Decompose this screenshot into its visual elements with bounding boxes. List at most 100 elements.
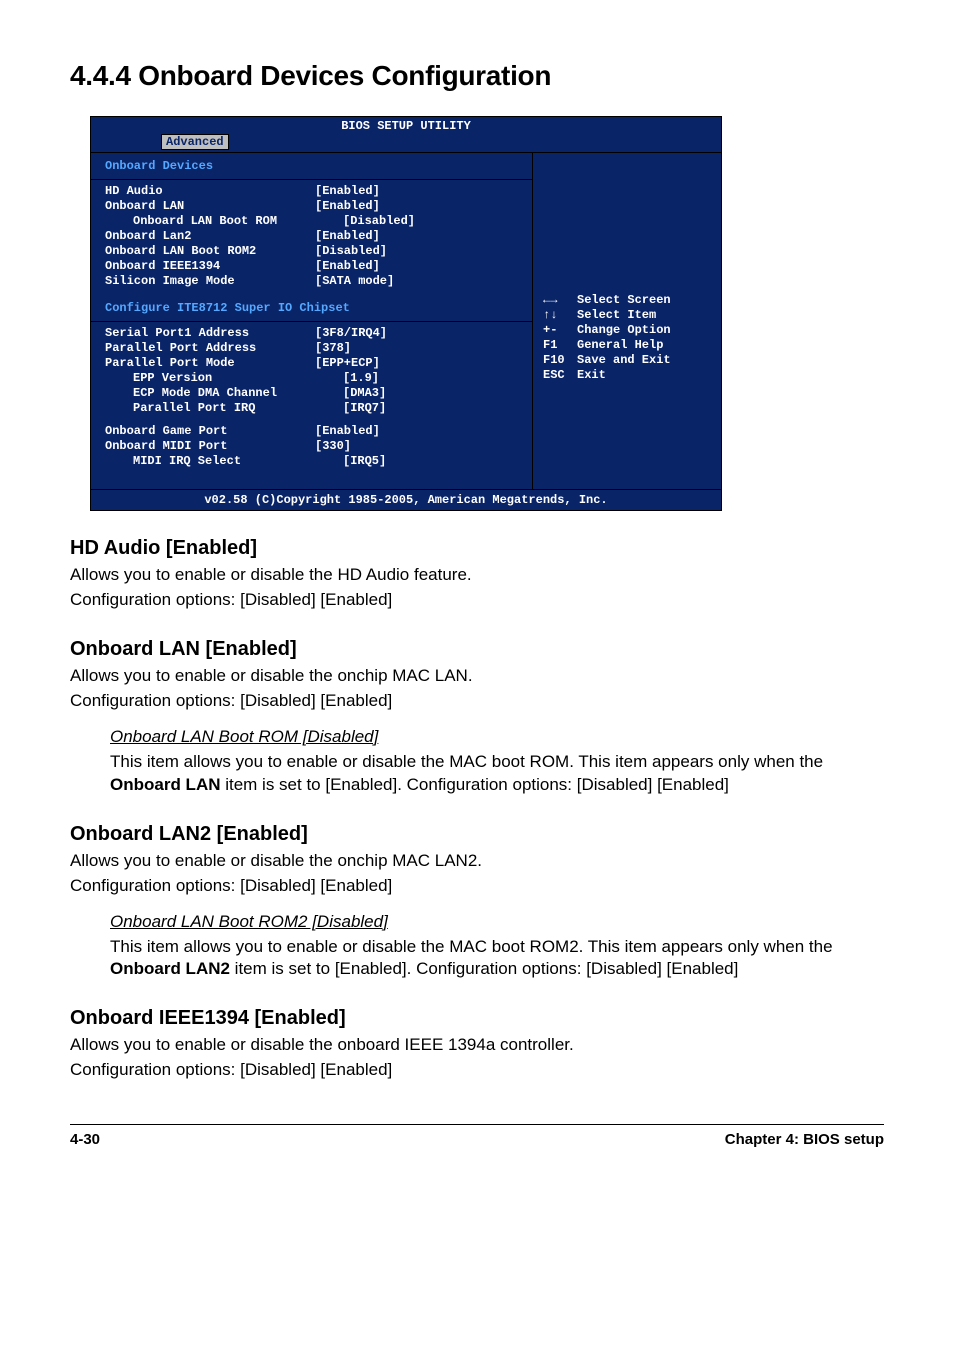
bios-legend-desc: Change Option — [577, 323, 671, 338]
bios-setting-value[interactable]: [IRQ5] — [343, 454, 522, 469]
bios-setting-value[interactable]: [SATA mode] — [315, 274, 522, 289]
bios-section-label: Configure ITE8712 Super IO Chipset — [105, 301, 522, 315]
text-onboard-lan-1: Allows you to enable or disable the onch… — [70, 665, 884, 688]
bios-legend-row: ESCExit — [543, 368, 713, 383]
bios-setting-value[interactable]: [Disabled] — [343, 214, 522, 229]
bios-setting-row[interactable]: Serial Port1 Address[3F8/IRQ4] — [105, 326, 522, 341]
bios-setting-value[interactable]: [Enabled] — [315, 424, 522, 439]
bios-legend-key: +- — [543, 323, 577, 338]
bios-legend-key: ↑↓ — [543, 308, 577, 323]
bios-setting-row[interactable]: EPP Version[1.9] — [105, 371, 522, 386]
bios-setting-label: Onboard LAN Boot ROM — [105, 214, 343, 229]
subheading-onboard-lan-boot-rom2: Onboard LAN Boot ROM2 [Disabled] — [110, 912, 884, 932]
heading-onboard-lan2: Onboard LAN2 [Enabled] — [70, 823, 884, 846]
bios-legend-desc: General Help — [577, 338, 663, 353]
bios-setting-value[interactable]: [1.9] — [343, 371, 522, 386]
bios-setting-label: Serial Port1 Address — [105, 326, 315, 341]
text-onboard-lan-boot-rom: This item allows you to enable or disabl… — [110, 751, 884, 797]
bios-setting-label: Onboard IEEE1394 — [105, 259, 315, 274]
bios-setting-label: Onboard Lan2 — [105, 229, 315, 244]
text-hd-audio-1: Allows you to enable or disable the HD A… — [70, 564, 884, 587]
bios-setting-row[interactable]: Silicon Image Mode[SATA mode] — [105, 274, 522, 289]
bios-setting-label: Parallel Port Address — [105, 341, 315, 356]
bios-setting-label: HD Audio — [105, 184, 315, 199]
bios-setting-value[interactable]: [Disabled] — [315, 244, 522, 259]
bios-copyright: v02.58 (C)Copyright 1985-2005, American … — [91, 489, 721, 510]
text-fragment: item is set to [Enabled]. Configuration … — [221, 775, 729, 794]
bios-setting-label: Onboard LAN — [105, 199, 315, 214]
subheading-onboard-lan-boot-rom: Onboard LAN Boot ROM [Disabled] — [110, 727, 884, 747]
bios-legend-pane: ←→Select Screen↑↓Select Item+-Change Opt… — [533, 153, 721, 489]
bios-tab-row: Advanced — [161, 134, 721, 150]
bold-onboard-lan2: Onboard LAN2 — [110, 959, 230, 978]
bios-setting-value[interactable]: [DMA3] — [343, 386, 522, 401]
bios-setting-row[interactable]: Parallel Port IRQ[IRQ7] — [105, 401, 522, 416]
bios-title: BIOS SETUP UTILITY — [91, 117, 721, 133]
bios-legend-row: +-Change Option — [543, 323, 713, 338]
heading-hd-audio: HD Audio [Enabled] — [70, 537, 884, 560]
bios-setting-value[interactable]: [330] — [315, 439, 522, 454]
bios-setting-label: Parallel Port IRQ — [105, 401, 343, 416]
heading-onboard-ieee1394: Onboard IEEE1394 [Enabled] — [70, 1007, 884, 1030]
bios-setting-row[interactable]: Parallel Port Mode[EPP+ECP] — [105, 356, 522, 371]
text-fragment: This item allows you to enable or disabl… — [110, 937, 833, 956]
bios-setting-value[interactable]: [Enabled] — [315, 229, 522, 244]
bios-setting-row[interactable]: Onboard IEEE1394[Enabled] — [105, 259, 522, 274]
text-fragment: item is set to [Enabled]. Configuration … — [230, 959, 738, 978]
bios-setting-row[interactable]: ECP Mode DMA Channel[DMA3] — [105, 386, 522, 401]
bios-panel: BIOS SETUP UTILITY Advanced Onboard Devi… — [90, 116, 722, 511]
bios-tab-advanced[interactable]: Advanced — [161, 134, 229, 150]
bios-setting-label: Onboard LAN Boot ROM2 — [105, 244, 315, 259]
bios-setting-row[interactable]: Onboard MIDI Port[330] — [105, 439, 522, 454]
bios-setting-label: EPP Version — [105, 371, 343, 386]
bios-legend-desc: Save and Exit — [577, 353, 671, 368]
text-onboard-ieee1394-1: Allows you to enable or disable the onbo… — [70, 1034, 884, 1057]
bios-setting-value[interactable]: [Enabled] — [315, 184, 522, 199]
bios-setting-label: ECP Mode DMA Channel — [105, 386, 343, 401]
text-fragment: This item allows you to enable or disabl… — [110, 752, 823, 771]
bios-legend-row: F1General Help — [543, 338, 713, 353]
bios-setting-label: Parallel Port Mode — [105, 356, 315, 371]
bios-setting-row[interactable]: Parallel Port Address[378] — [105, 341, 522, 356]
bios-legend-key: F1 — [543, 338, 577, 353]
bios-setting-row[interactable]: HD Audio[Enabled] — [105, 184, 522, 199]
bios-setting-value[interactable]: [Enabled] — [315, 259, 522, 274]
bios-setting-label: Silicon Image Mode — [105, 274, 315, 289]
bios-legend-desc: Exit — [577, 368, 606, 383]
bios-setting-row[interactable]: Onboard LAN Boot ROM2[Disabled] — [105, 244, 522, 259]
bios-setting-value[interactable]: [EPP+ECP] — [315, 356, 522, 371]
bios-legend-row: ↑↓Select Item — [543, 308, 713, 323]
bios-legend-key: F10 — [543, 353, 577, 368]
text-hd-audio-2: Configuration options: [Disabled] [Enabl… — [70, 589, 884, 612]
bold-onboard-lan: Onboard LAN — [110, 775, 221, 794]
text-onboard-lan-boot-rom2: This item allows you to enable or disabl… — [110, 936, 884, 982]
bios-setting-row[interactable]: Onboard LAN[Enabled] — [105, 199, 522, 214]
bios-legend-desc: Select Item — [577, 308, 656, 323]
bios-setting-row[interactable]: Onboard LAN Boot ROM[Disabled] — [105, 214, 522, 229]
text-onboard-lan-2: Configuration options: [Disabled] [Enabl… — [70, 690, 884, 713]
bios-setting-value[interactable]: [3F8/IRQ4] — [315, 326, 522, 341]
page-number: 4-30 — [70, 1131, 100, 1148]
chapter-label: Chapter 4: BIOS setup — [725, 1131, 884, 1148]
bios-setting-row[interactable]: Onboard Lan2[Enabled] — [105, 229, 522, 244]
bios-setting-row[interactable]: MIDI IRQ Select[IRQ5] — [105, 454, 522, 469]
bios-setting-row[interactable]: Onboard Game Port[Enabled] — [105, 424, 522, 439]
text-onboard-lan2-2: Configuration options: [Disabled] [Enabl… — [70, 875, 884, 898]
text-onboard-ieee1394-2: Configuration options: [Disabled] [Enabl… — [70, 1059, 884, 1082]
text-onboard-lan2-1: Allows you to enable or disable the onch… — [70, 850, 884, 873]
bios-legend-key: ←→ — [543, 293, 577, 308]
bios-legend-key: ESC — [543, 368, 577, 383]
bios-setting-label: MIDI IRQ Select — [105, 454, 343, 469]
bios-legend-desc: Select Screen — [577, 293, 671, 308]
bios-legend-row: F10Save and Exit — [543, 353, 713, 368]
bios-legend-row: ←→Select Screen — [543, 293, 713, 308]
bios-setting-value[interactable]: [Enabled] — [315, 199, 522, 214]
heading-onboard-lan: Onboard LAN [Enabled] — [70, 638, 884, 661]
bios-setting-value[interactable]: [IRQ7] — [343, 401, 522, 416]
section-heading: 4.4.4 Onboard Devices Configuration — [70, 60, 884, 92]
bios-setting-value[interactable]: [378] — [315, 341, 522, 356]
bios-setting-label: Onboard MIDI Port — [105, 439, 315, 454]
page-footer: 4-30 Chapter 4: BIOS setup — [70, 1124, 884, 1148]
bios-setting-label: Onboard Game Port — [105, 424, 315, 439]
bios-panel-heading: Onboard Devices — [105, 159, 522, 173]
